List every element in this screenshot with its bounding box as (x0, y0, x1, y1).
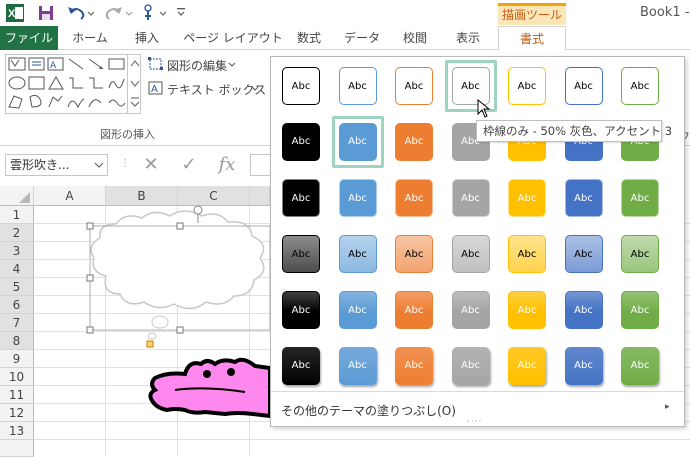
ribbon-group-label: 図形の挿入 (100, 128, 155, 141)
tab-home[interactable]: ホーム (66, 26, 114, 50)
shape-style-swatch[interactable]: Abc (451, 347, 490, 385)
customize-qat-icon[interactable] (176, 6, 186, 18)
svg-text:A: A (50, 61, 57, 71)
shape-style-swatch[interactable]: Abc (282, 123, 320, 161)
chevron-down-icon[interactable] (94, 162, 104, 170)
tab-view[interactable]: 表示 (446, 26, 490, 50)
row-header[interactable] (0, 440, 34, 457)
shape-style-swatch[interactable]: Abc (451, 179, 490, 217)
shape-style-swatch[interactable]: Abc (451, 291, 490, 329)
shape-style-swatch[interactable]: Abc (451, 235, 490, 273)
shape-style-swatch[interactable]: Abc (621, 235, 659, 273)
shape-style-swatch[interactable]: Abc (508, 67, 546, 105)
row-header[interactable]: 6 (0, 296, 34, 314)
tab-review[interactable]: 校閲 (394, 26, 436, 50)
enter-icon[interactable]: ✓ (178, 156, 200, 176)
excel-logo-icon: X (6, 4, 24, 22)
shape-style-swatch[interactable]: Abc (395, 291, 433, 329)
shape-style-swatch[interactable]: Abc (508, 291, 546, 329)
row-header[interactable]: 4 (0, 260, 34, 278)
shape-gallery-scroll[interactable] (127, 54, 141, 114)
shape-style-swatch[interactable]: Abc (564, 347, 603, 385)
row-header[interactable]: 11 (0, 386, 34, 404)
shape-style-swatch[interactable]: Abc (395, 123, 433, 161)
shape-style-swatch[interactable]: Abc (395, 179, 433, 217)
row-header[interactable]: 3 (0, 242, 34, 260)
tab-page-layout[interactable]: ページ レイアウト (178, 26, 288, 50)
shape-style-swatch[interactable]: Abc (621, 179, 659, 217)
chevron-down-icon (228, 62, 236, 67)
row-header[interactable]: 9 (0, 350, 34, 368)
redo-icon[interactable] (104, 4, 132, 22)
pink-drawn-shape[interactable] (145, 346, 270, 418)
shape-style-swatch[interactable]: Abc (564, 67, 603, 105)
shape-style-swatch[interactable]: Abc (282, 67, 320, 105)
row-header[interactable]: 1 (0, 206, 34, 224)
text-box-icon: A (148, 81, 163, 95)
tab-file[interactable]: ファイル (0, 26, 58, 50)
row-header[interactable]: 10 (0, 368, 34, 386)
shape-style-swatch[interactable]: Abc (338, 179, 377, 217)
undo-icon[interactable] (66, 4, 94, 22)
shape-style-swatch[interactable]: Abc (508, 179, 546, 217)
shape-style-swatch[interactable]: Abc (564, 179, 603, 217)
save-icon[interactable] (38, 5, 54, 21)
cancel-icon[interactable]: ✕ (140, 156, 162, 176)
shape-style-swatch[interactable]: Abc (621, 291, 659, 329)
resize-grip-icon[interactable]: ···· (467, 417, 482, 427)
more-theme-fills-menu-item[interactable]: その他のテーマの塗りつぶし(O) (281, 402, 456, 419)
shapes-icon: A (8, 57, 126, 109)
shape-style-swatch[interactable]: Abc (395, 235, 433, 273)
row-header[interactable]: 2 (0, 224, 34, 242)
shape-style-swatch[interactable]: Abc (508, 347, 546, 385)
tab-format[interactable]: 書式 (498, 26, 566, 51)
ribbon-tab-row: ファイル ホーム 挿入 ページ レイアウト 数式 データ 校閲 表示 書式 (0, 26, 690, 51)
shape-style-swatch[interactable]: Abc (338, 347, 377, 385)
shape-style-swatch[interactable]: Abc (338, 235, 377, 273)
shape-style-swatch[interactable]: Abc (395, 347, 433, 385)
chevron-down-icon (251, 86, 259, 91)
insert-function-icon[interactable]: fx (216, 156, 238, 176)
shape-style-gallery-dropdown: Abc Abc Abc Abc Abc Abc Abc Abc Abc Abc Abc Abc Abc A… (270, 56, 685, 427)
shape-style-swatch[interactable]: Abc (395, 67, 433, 105)
window-title: Book1 - (640, 5, 690, 20)
shape-style-swatch[interactable]: Abc (338, 291, 377, 329)
drawing-tools-context-tab: 描画ツール (498, 3, 566, 25)
tab-formulas[interactable]: 数式 (288, 26, 330, 50)
row-header[interactable]: 13 (0, 422, 34, 440)
chevron-right-icon: ▸ (665, 402, 670, 412)
row-header[interactable]: 12 (0, 404, 34, 422)
edit-shape-button[interactable]: 図形の編集 (167, 57, 227, 74)
shape-style-swatch[interactable]: Abc (621, 347, 659, 385)
title-bar: X 描画ツール Book1 - (0, 0, 690, 26)
style-tooltip: 枠線のみ - 50% 灰色、アクセント 3 (476, 120, 672, 142)
tab-data[interactable]: データ (338, 26, 386, 50)
shape-style-swatch[interactable]: Abc (508, 235, 546, 273)
shape-style-swatch[interactable]: Abc (338, 67, 377, 105)
row-header[interactable]: 7 (0, 314, 34, 332)
shape-gallery[interactable]: A (5, 54, 141, 114)
formula-input[interactable] (250, 154, 272, 176)
tab-insert[interactable]: 挿入 (126, 26, 168, 50)
touch-mode-icon[interactable] (140, 3, 168, 23)
row-header[interactable]: 8 (0, 332, 34, 350)
row-header[interactable]: 5 (0, 278, 34, 296)
cloud-callout-shape[interactable] (84, 196, 274, 356)
svg-text:X: X (8, 8, 16, 20)
shape-style-swatch[interactable]: Abc (282, 347, 320, 385)
shape-style-swatch[interactable]: Abc (282, 179, 320, 217)
shape-style-swatch[interactable]: Abc (338, 123, 377, 161)
shape-style-swatch[interactable]: Abc (564, 291, 603, 329)
select-all-corner[interactable] (0, 186, 34, 206)
name-box[interactable]: 雲形吹き... (5, 154, 108, 176)
shape-style-swatch[interactable]: Abc (282, 291, 320, 329)
shape-style-swatch[interactable]: Abc (282, 235, 320, 273)
edit-shape-icon (148, 57, 163, 70)
shape-style-swatch[interactable]: Abc (621, 67, 659, 105)
formula-divider-dots: ⋮ (120, 158, 130, 169)
svg-text:A: A (151, 84, 158, 95)
mouse-cursor-icon (477, 99, 491, 118)
shape-style-swatch[interactable]: Abc (564, 235, 603, 273)
